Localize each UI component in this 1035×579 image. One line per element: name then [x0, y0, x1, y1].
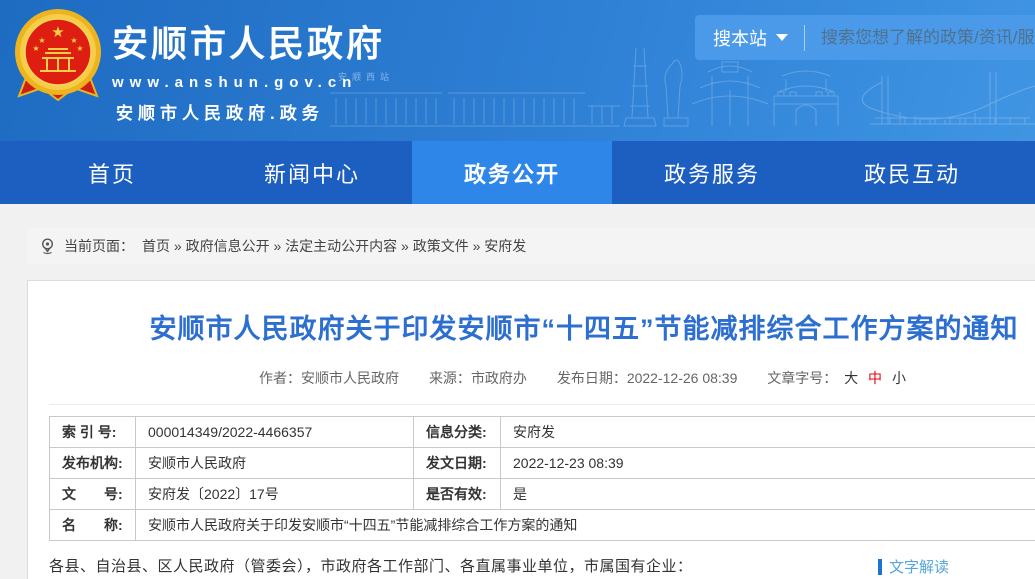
nav-item-interaction[interactable]: 政民互动: [812, 141, 1012, 204]
validity-label: 是否有效:: [414, 479, 501, 510]
article-panel: 安顺市人民政府关于印发安顺市“十四五”节能减排综合工作方案的通知 作者：安顺市人…: [27, 280, 1035, 579]
issue-date-label: 发文日期:: [414, 448, 501, 479]
table-row: 名 称: 安顺市人民政府关于印发安顺市“十四五”节能减排综合工作方案的通知: [50, 510, 1035, 541]
document-title-label: 名 称:: [50, 510, 136, 541]
breadcrumb-prefix: 当前页面：: [64, 236, 134, 256]
nav-item-news[interactable]: 新闻中心: [212, 141, 412, 204]
article-meta: 作者：安顺市人民政府 来源：市政府办 发布日期：2022-12-26 08:39…: [28, 368, 1035, 388]
table-row: 发布机构: 安顺市人民政府 发文日期: 2022-12-23 08:39: [50, 448, 1035, 479]
document-number-label: 文 号:: [50, 479, 136, 510]
document-info-table: 索 引 号: 000014349/2022-4466357 信息分类: 安府发 …: [49, 416, 1035, 541]
city-skyline-decoration: 安顺西站: [330, 46, 1035, 141]
main-nav: 首页 新闻中心 政务公开 政务服务 政民互动: [0, 141, 1035, 204]
breadcrumb: 当前页面： 首页 » 政府信息公开 » 法定主动公开内容 » 政策文件 » 安府…: [27, 228, 1035, 264]
search-scope-label: 搜本站: [713, 25, 767, 51]
nav-item-gov-services[interactable]: 政务服务: [612, 141, 812, 204]
interpret-accent-bar: [878, 559, 882, 575]
search-box: 搜本站: [695, 15, 1035, 60]
breadcrumb-trail[interactable]: 首页 » 政府信息公开 » 法定主动公开内容 » 政策文件 » 安府发: [142, 236, 526, 256]
article-body-first-line: 各县、自治县、区人民政府（管委会），市政府各工作部门、各直属事业单位，市属国有企…: [49, 558, 693, 575]
meta-source: 来源：市政府办: [429, 370, 527, 386]
skyline-station-label: 安顺西站: [338, 71, 394, 82]
nav-item-home[interactable]: 首页: [12, 141, 212, 204]
index-number-value: 000014349/2022-4466357: [136, 417, 414, 448]
search-input[interactable]: [821, 28, 1035, 48]
issuing-agency-label: 发布机构:: [50, 448, 136, 479]
site-header: ★ ★ ★ ★ ★ 安顺市人民政府 www.anshun.gov.cn 安顺市人…: [0, 0, 1035, 141]
font-size-medium-button[interactable]: 中: [868, 370, 882, 386]
validity-value: 是: [501, 479, 1035, 510]
table-row: 文 号: 安府发〔2022〕17号 是否有效: 是: [50, 479, 1035, 510]
svg-text:★: ★: [51, 24, 64, 41]
nav-item-gov-disclosure[interactable]: 政务公开: [412, 141, 612, 204]
index-number-label: 索 引 号:: [50, 417, 136, 448]
svg-text:★: ★: [76, 44, 83, 53]
info-category-label: 信息分类:: [414, 417, 501, 448]
meta-publish-date: 发布日期：2022-12-26 08:39: [557, 370, 738, 386]
issuing-agency-value: 安顺市人民政府: [136, 448, 414, 479]
document-number-value: 安府发〔2022〕17号: [136, 479, 414, 510]
svg-text:★: ★: [32, 44, 39, 53]
national-emblem-logo: ★ ★ ★ ★ ★: [12, 7, 104, 108]
location-pin-icon: [39, 237, 56, 255]
article-body-row: 各县、自治县、区人民政府（管委会），市政府各工作部门、各直属事业单位，市属国有企…: [49, 555, 1035, 579]
issue-date-value: 2022-12-23 08:39: [501, 448, 1035, 479]
search-scope-dropdown[interactable]: 搜本站: [713, 25, 788, 51]
table-row: 索 引 号: 000014349/2022-4466357 信息分类: 安府发: [50, 417, 1035, 448]
meta-divider: [49, 404, 1035, 405]
search-divider: [804, 25, 805, 51]
font-size-large-button[interactable]: 大: [844, 370, 858, 386]
chevron-down-icon: [776, 34, 788, 41]
document-title-value: 安顺市人民政府关于印发安顺市“十四五”节能减排综合工作方案的通知: [136, 510, 1035, 541]
info-category-value: 安府发: [501, 417, 1035, 448]
text-interpretation[interactable]: 文字解读: [878, 556, 949, 577]
article-title: 安顺市人民政府关于印发安顺市“十四五”节能减排综合工作方案的通知: [28, 281, 1035, 346]
font-size-small-button[interactable]: 小: [892, 370, 906, 386]
text-interpretation-link[interactable]: 文字解读: [889, 556, 949, 577]
meta-author: 作者：安顺市人民政府: [259, 370, 399, 386]
meta-font-size-control: 文章字号： 大 中 小: [767, 370, 909, 386]
